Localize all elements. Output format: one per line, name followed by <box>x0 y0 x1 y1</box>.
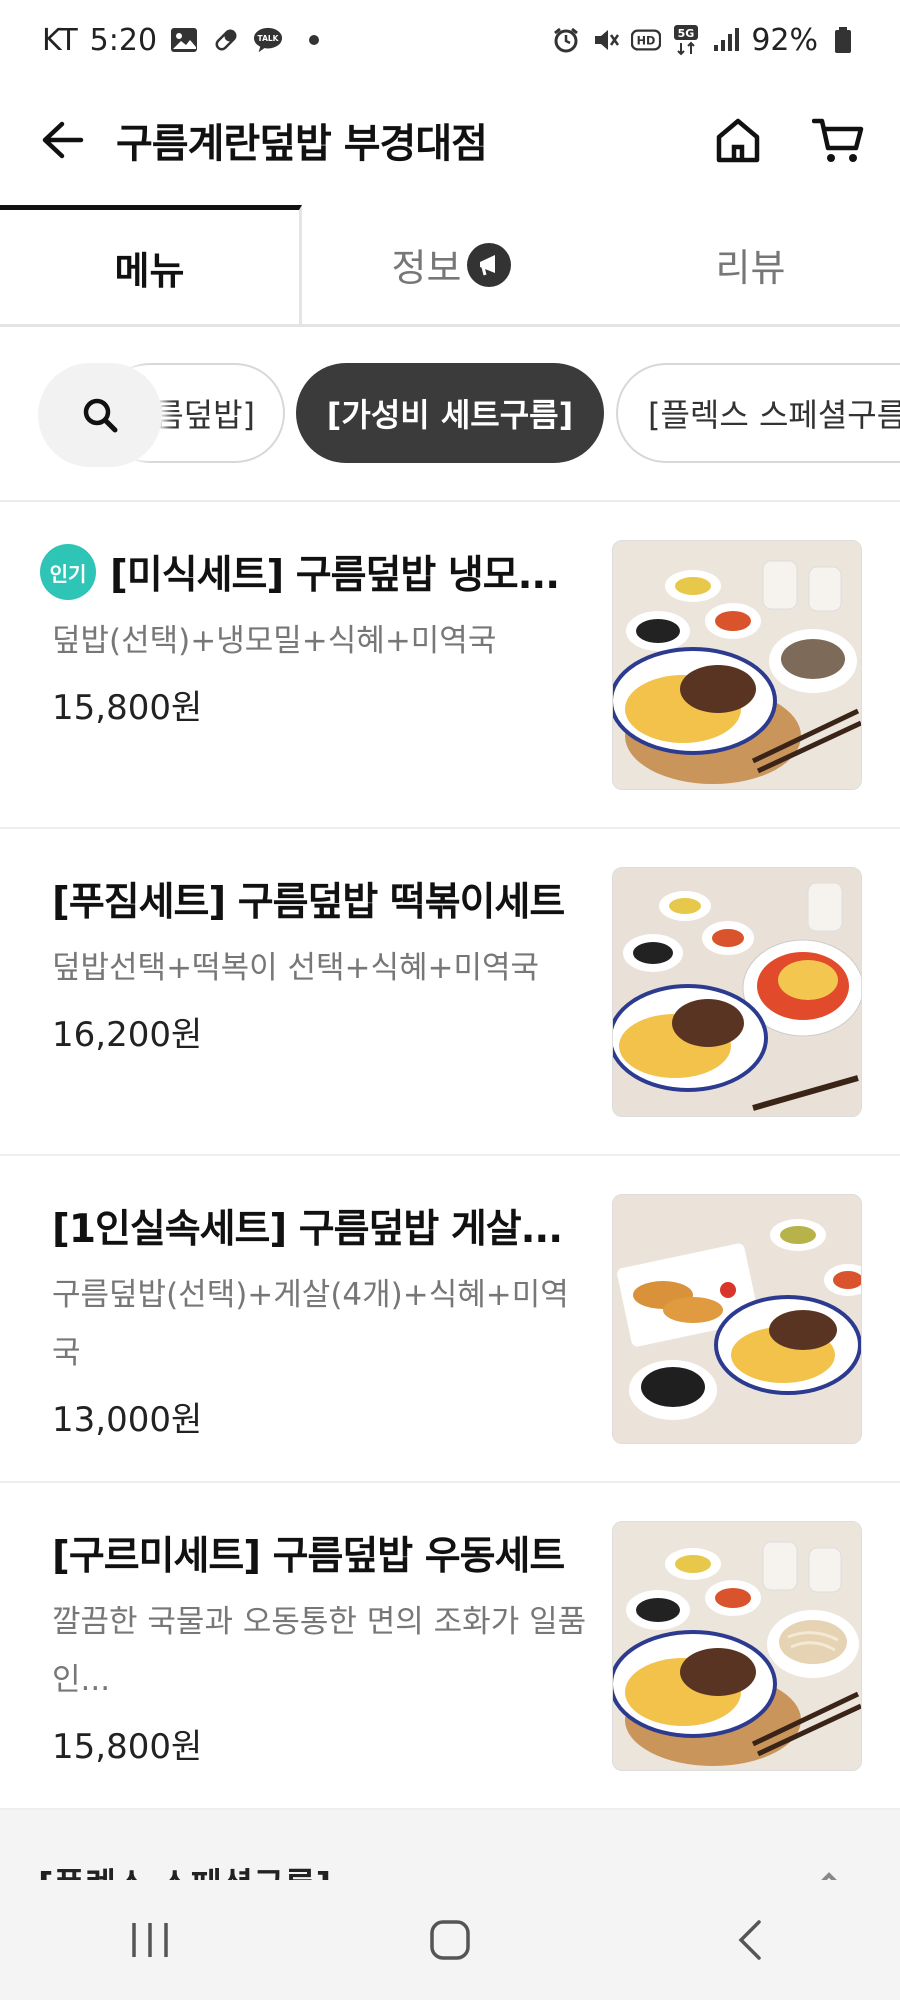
menu-item-text: [구르미세트] 구름덮밥 우동세트 깔끔한 국물과 오동통한 면의 조화가 일품… <box>52 1521 592 1768</box>
category-chips: 름덮밥] [가성비 세트구름] [플렉스 스페셜구름 <box>0 327 900 502</box>
signal-icon <box>711 25 741 55</box>
home-icon <box>716 118 760 163</box>
section-title: [플렉스 스페셜구름] <box>38 1858 331 1880</box>
menu-item-name: [미식세트] 구름덮밥 냉모... <box>110 553 560 598</box>
menu-item-price: 15,800원 <box>52 1727 203 1767</box>
category-chip-prev-label: 름덮밥] <box>154 396 255 434</box>
chevron-up-icon <box>821 1872 837 1880</box>
battery-icon <box>828 25 858 55</box>
tab-menu[interactable]: 메뉴 <box>0 205 302 324</box>
popular-badge: 인기 <box>40 544 96 600</box>
menu-item-image <box>612 1194 862 1444</box>
menu-item-name-row: [푸짐세트] 구름덮밥 떡볶이세트 <box>52 867 592 931</box>
home-button[interactable] <box>698 100 778 180</box>
menu-item-image <box>612 540 862 790</box>
page-title: 구름계란덮밥 부경대점 <box>116 121 488 167</box>
back-arrow-icon <box>42 121 84 159</box>
back-nav-icon <box>738 1920 761 1960</box>
status-right: HD 5G 92% <box>551 23 858 58</box>
gallery-icon <box>169 25 199 55</box>
tab-menu-label: 메뉴 <box>114 248 185 293</box>
recent-apps-button[interactable] <box>90 1890 210 1990</box>
tab-info[interactable]: 정보 <box>302 205 601 324</box>
search-icon <box>83 398 118 433</box>
carrier-label: KT <box>42 22 78 58</box>
menu-item[interactable]: [1인실속세트] 구름덮밥 게살... 구름덮밥(선택)+게살(4개)+식혜+미… <box>0 1156 900 1483</box>
home-nav-button[interactable] <box>390 1890 510 1990</box>
tab-review-label: 리뷰 <box>715 246 786 290</box>
menu-item-description: 덮밥선택+떡복이 선택+식혜+미역국 <box>52 950 540 986</box>
menu-item-description: 덮밥(선택)+냉모밀+식혜+미역국 <box>52 623 497 659</box>
menu-item-description: 구름덮밥(선택)+게살(4개)+식혜+미역국 <box>52 1277 569 1371</box>
menu-item-name: [구르미세트] 구름덮밥 우동세트 <box>52 1534 565 1579</box>
menu-item-description: 깔끔한 국물과 오동통한 면의 조화가 일품인... <box>52 1604 587 1698</box>
menu-item-text: 인기 [미식세트] 구름덮밥 냉모... 덮밥(선택)+냉모밀+식혜+미역국 1… <box>40 540 592 729</box>
mute-icon <box>591 25 621 55</box>
recent-apps-icon <box>132 1923 168 1957</box>
header-actions <box>698 100 878 180</box>
category-chip-active-label: [가성비 세트구름] <box>326 396 574 434</box>
category-chip-next-label: [플렉스 스페셜구름 <box>648 396 900 434</box>
5g-icon: 5G <box>671 25 701 56</box>
back-nav-button[interactable] <box>690 1890 810 1990</box>
menu-list: 인기 [미식세트] 구름덮밥 냉모... 덮밥(선택)+냉모밀+식혜+미역국 1… <box>0 502 900 1810</box>
alarm-icon <box>551 25 581 55</box>
menu-item-name-row: 인기 [미식세트] 구름덮밥 냉모... <box>40 540 592 604</box>
section-header[interactable]: [플렉스 스페셜구름] <box>0 1810 900 1880</box>
talk-label: TALK <box>258 34 280 43</box>
tab-review[interactable]: 리뷰 <box>601 205 900 324</box>
5g-label: 5G <box>678 27 695 40</box>
pill-icon <box>211 25 241 55</box>
megaphone-icon <box>467 242 512 287</box>
menu-item[interactable]: [구르미세트] 구름덮밥 우동세트 깔끔한 국물과 오동통한 면의 조화가 일품… <box>0 1483 900 1810</box>
hd-label: HD <box>637 35 656 48</box>
tab-bar: 메뉴 정보 리뷰 <box>0 205 900 327</box>
battery-percent: 92% <box>751 22 818 58</box>
talk-icon: TALK <box>253 25 283 55</box>
back-button[interactable] <box>22 100 102 180</box>
menu-item-image <box>612 1521 862 1771</box>
menu-item-name: [푸짐세트] 구름덮밥 떡볶이세트 <box>52 880 565 925</box>
status-left: KT 5:20 TALK <box>42 22 320 58</box>
menu-item-name: [1인실속세트] 구름덮밥 게살... <box>52 1207 563 1252</box>
menu-item-price: 16,200원 <box>52 1015 203 1055</box>
menu-item-name-row: [1인실속세트] 구름덮밥 게살... <box>52 1194 592 1258</box>
hd-icon: HD <box>631 25 662 55</box>
home-nav-icon <box>430 1920 470 1960</box>
menu-item-price: 13,000원 <box>52 1400 203 1440</box>
cart-icon <box>812 118 864 162</box>
tab-info-label: 정보 <box>391 246 462 290</box>
menu-item[interactable]: [푸짐세트] 구름덮밥 떡볶이세트 덮밥선택+떡복이 선택+식혜+미역국 16,… <box>0 829 900 1156</box>
menu-item-name-row: [구르미세트] 구름덮밥 우동세트 <box>52 1521 592 1585</box>
system-nav-bar <box>0 1880 900 2000</box>
status-bar: KT 5:20 TALK HD 5G 92% <box>0 0 900 80</box>
cart-button[interactable] <box>798 100 878 180</box>
menu-item-price: 15,800원 <box>52 688 203 728</box>
category-chip-next[interactable]: [플렉스 스페셜구름 <box>616 363 900 463</box>
menu-item-text: [푸짐세트] 구름덮밥 떡볶이세트 덮밥선택+떡복이 선택+식혜+미역국 16,… <box>52 867 592 1056</box>
notification-dot <box>309 35 320 45</box>
category-chip-active[interactable]: [가성비 세트구름] <box>296 363 604 463</box>
menu-item[interactable]: 인기 [미식세트] 구름덮밥 냉모... 덮밥(선택)+냉모밀+식혜+미역국 1… <box>0 502 900 829</box>
menu-item-image <box>612 867 862 1117</box>
search-button[interactable] <box>38 363 162 467</box>
app-header: 구름계란덮밥 부경대점 <box>0 80 900 200</box>
menu-item-text: [1인실속세트] 구름덮밥 게살... 구름덮밥(선택)+게살(4개)+식혜+미… <box>52 1194 592 1441</box>
time-label: 5:20 <box>89 22 158 58</box>
